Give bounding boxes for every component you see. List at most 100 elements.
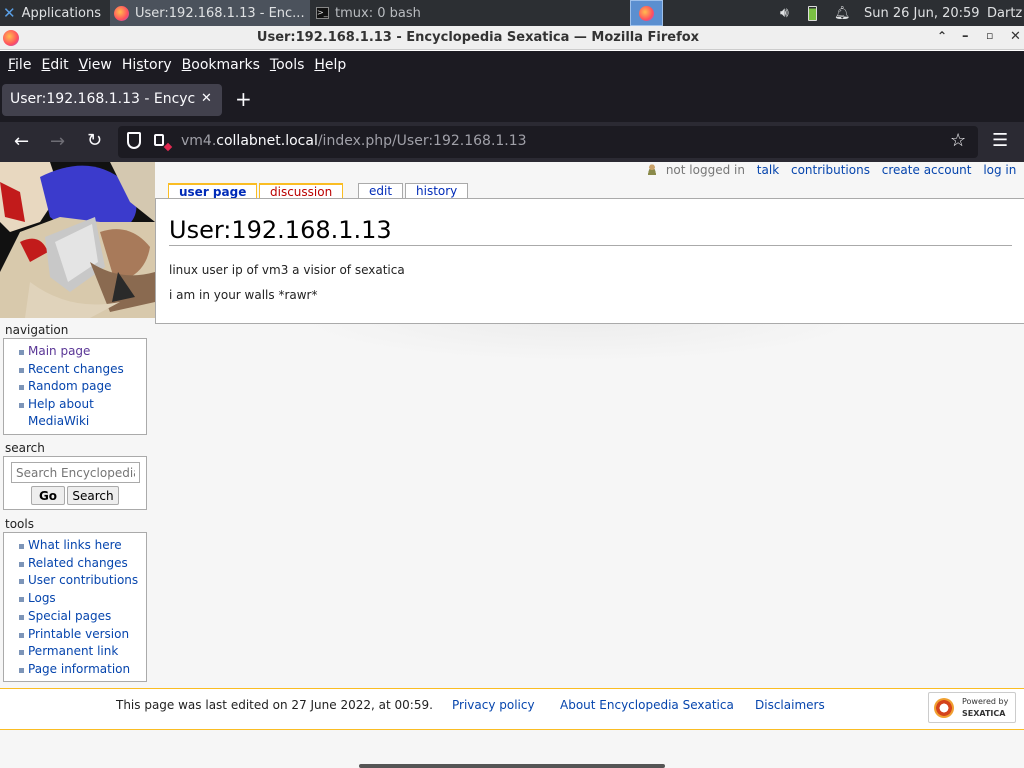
new-tab-button[interactable]: + [235,87,252,111]
user-name: Dartz [987,5,1023,21]
sidebar-item-related-changes[interactable]: Related changes [14,555,146,573]
tab-discussion[interactable]: discussion [259,183,344,199]
window-shade-button[interactable]: ⌃ [937,29,947,43]
tab-user-page-label: user page [179,185,247,199]
firefox-icon [639,5,654,21]
privacy-policy-link[interactable]: Privacy policy [452,698,535,712]
tab-close-icon[interactable]: ✕ [201,91,212,106]
search-heading: search [5,441,45,455]
sidebar-item-user-contributions[interactable]: User contributions [14,572,146,590]
taskbar-window-tmux-label: tmux: 0 bash [335,5,421,21]
tracking-protection-shield-icon[interactable] [127,132,141,149]
bookmark-star-icon[interactable]: ☆ [950,130,966,151]
reload-button[interactable]: ↻ [87,130,102,151]
tab-history-label: history [416,184,458,198]
sidebar-item-special-pages[interactable]: Special pages [14,608,146,626]
help-link[interactable]: Help about [28,397,94,411]
menu-edit[interactable]: Edit [40,57,74,73]
page-title: User:192.168.1.13 [169,216,392,244]
page-footer: This page was last edited on 27 June 202… [0,688,1024,730]
applications-menu[interactable]: ✕ Applications [0,0,110,26]
tab-strip: User:192.168.1.13 - Encyclo ✕ + [0,78,1024,122]
menu-bookmarks[interactable]: Bookmarks [181,57,266,73]
sidebar-item-recent-changes[interactable]: Recent changes [14,361,146,379]
personal-tools: not logged in talk contributions create … [646,163,1016,177]
tab-edit[interactable]: edit [358,183,404,199]
clock[interactable]: Sun 26 Jun, 20:59 [864,0,982,26]
about-link[interactable]: About Encyclopedia Sexatica [560,698,734,712]
article-content: User:192.168.1.13 linux user ip of vm3 a… [155,198,1024,324]
sidebar-item-what-links-here[interactable]: What links here [14,537,146,555]
taskbar-window-tmux[interactable]: >_ tmux: 0 bash [312,0,510,26]
sidebar-item-permanent-link[interactable]: Permanent link [14,643,146,661]
not-logged-in-label: not logged in [665,163,745,177]
menu-history[interactable]: History [121,57,178,73]
taskbar-window-firefox[interactable]: User:192.168.1.13 - Enc... [110,0,310,26]
tab-history[interactable]: history [405,183,469,199]
back-button[interactable]: ← [14,131,29,152]
user-icon [646,163,658,175]
go-button[interactable]: Go [31,486,65,505]
desktop-taskbar: ✕ Applications User:192.168.1.13 - Enc..… [0,0,1024,26]
disclaimers-link[interactable]: Disclaimers [755,698,825,712]
sunflower-logo-icon [934,698,954,718]
url-host-prefix: vm4. [181,133,217,149]
permanent-link[interactable]: Permanent link [28,644,118,658]
what-links-here-link[interactable]: What links here [28,538,122,552]
powered-by-badge[interactable]: Powered by SEXATICA [928,692,1016,723]
sidebar-item-logs[interactable]: Logs [14,590,146,608]
special-pages-link[interactable]: Special pages [28,609,111,623]
user-contributions-link[interactable]: User contributions [28,573,138,587]
log-in-link[interactable]: log in [983,163,1016,177]
powered-by-label: Powered by [962,697,1009,706]
talk-link[interactable]: talk [757,163,779,177]
menu-view[interactable]: View [78,57,118,73]
navigation-heading: navigation [5,323,69,337]
battery-icon[interactable] [808,0,824,26]
taskbar-window-firefox-label: User:192.168.1.13 - Enc... [135,5,305,21]
horizontal-scroll-indicator[interactable] [359,764,665,768]
window-maximize-button[interactable]: ▫ [986,29,993,42]
menu-help[interactable]: Help [313,57,352,73]
sidebar-item-printable-version[interactable]: Printable version [14,626,146,644]
article-line-1: linux user ip of vm3 a visior of sexatic… [169,263,405,277]
page-information-link[interactable]: Page information [28,662,130,676]
create-account-link[interactable]: create account [882,163,972,177]
navigation-toolbar: ← → ↻ vm4.collabnet.local/index.php/User… [0,122,1024,162]
search-input[interactable] [11,462,140,483]
browser-tab[interactable]: User:192.168.1.13 - Encyclo ✕ [2,84,222,116]
sidebar-item-page-information[interactable]: Page information [14,661,146,679]
main-page-link[interactable]: Main page [28,344,90,358]
hamburger-menu-icon[interactable]: ☰ [992,130,1008,151]
sidebar-item-main-page[interactable]: Main page [14,343,146,361]
volume-icon[interactable]: 🔊︎ [780,0,800,26]
window-close-button[interactable]: ✕ [1010,29,1021,44]
menu-tools[interactable]: Tools [269,57,311,73]
browser-tab-title: User:192.168.1.13 - Encyclo [10,91,195,107]
contributions-link[interactable]: contributions [791,163,870,177]
menu-file[interactable]: File [7,57,37,73]
powered-by-name: SEXATICA [962,709,1006,718]
tools-portlet: What links here Related changes User con… [3,532,147,682]
help-link-continued[interactable]: MediaWiki [28,414,89,428]
site-logo[interactable] [0,162,155,318]
workspace-indicator[interactable] [630,0,663,26]
related-changes-link[interactable]: Related changes [28,556,128,570]
window-minimize-button[interactable]: – [962,29,969,44]
url-host: collabnet.local [216,133,318,149]
xfce-logo-icon: ✕ [3,4,16,22]
user-menu[interactable]: Dartz [987,0,1024,26]
recent-changes-link[interactable]: Recent changes [28,362,124,376]
sidebar-item-random-page[interactable]: Random page [14,378,146,396]
url-text: vm4.collabnet.local/index.php/User:192.1… [181,133,527,149]
forward-button[interactable]: → [50,131,65,152]
url-bar[interactable]: vm4.collabnet.local/index.php/User:192.1… [118,126,978,158]
insecure-lock-slash-icon [163,142,173,152]
random-page-link[interactable]: Random page [28,379,111,393]
search-button[interactable]: Search [67,486,119,505]
sidebar-item-help[interactable]: Help about MediaWiki [14,396,146,431]
notification-bell-icon[interactable]: 🔔︎ [834,0,850,26]
insecure-lock-icon[interactable] [154,134,164,146]
logs-link[interactable]: Logs [28,591,56,605]
printable-version-link[interactable]: Printable version [28,627,129,641]
